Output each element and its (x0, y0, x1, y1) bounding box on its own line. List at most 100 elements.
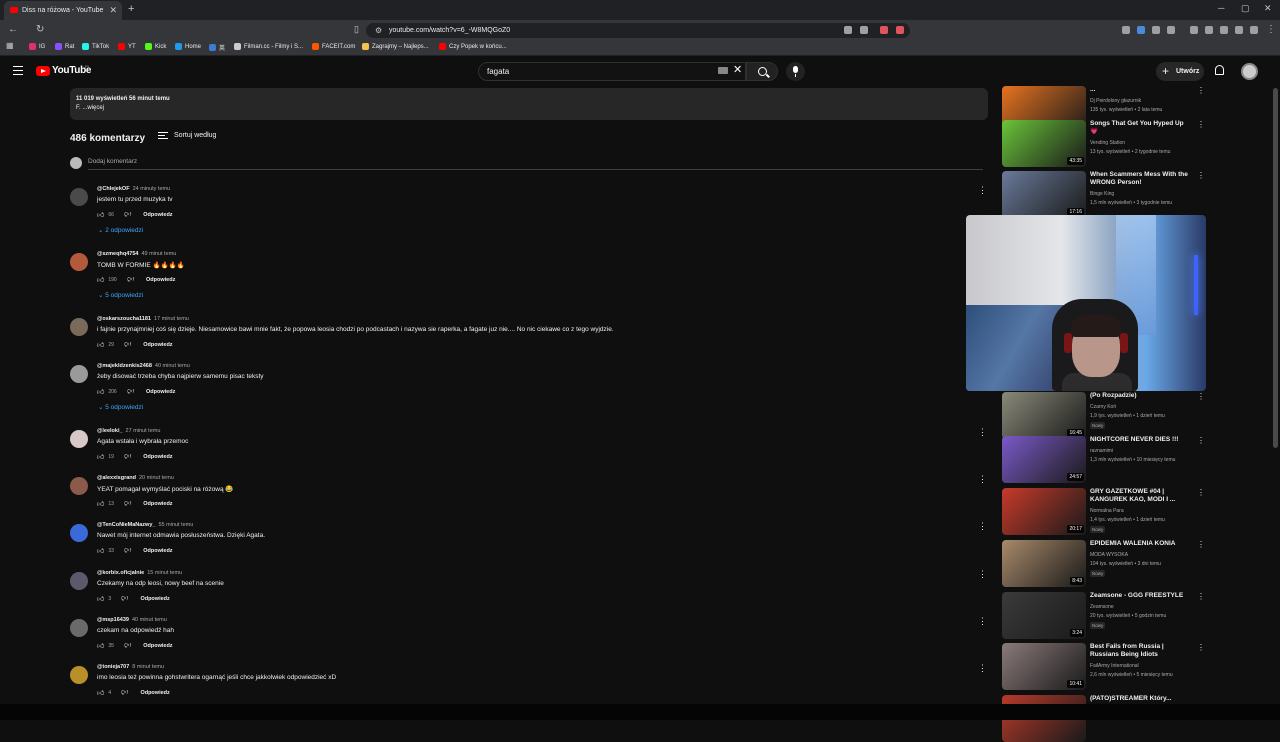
dislike-icon[interactable]: 👍︎ (124, 210, 131, 219)
bookmark-item[interactable]: Zagrajmy – Najleps... (362, 43, 429, 50)
video-title[interactable]: (PATO)STREAMER Który... (1090, 695, 1190, 703)
browser-tab[interactable]: Diss na różowa - YouTube ✕ (4, 1, 122, 20)
comment-avatar[interactable] (70, 477, 88, 495)
search-button[interactable] (746, 62, 778, 81)
comment-author[interactable]: @ChlejekOF (97, 186, 130, 192)
close-tab-icon[interactable]: ✕ (109, 5, 117, 16)
extension-icon[interactable] (1167, 26, 1175, 34)
extensions-icon[interactable] (1235, 26, 1243, 34)
reply-button[interactable]: Odpowiedz (140, 690, 169, 696)
view-replies-button[interactable]: ⌄ 5 odpowiedzi (98, 291, 143, 299)
channel-name[interactable]: MODA WYSOKA (1090, 552, 1128, 558)
comment-author[interactable]: @szmeqhq4754 (97, 251, 138, 257)
reply-button[interactable]: Odpowiedz (143, 548, 172, 554)
channel-name[interactable]: Vending Station (1090, 140, 1125, 146)
video-menu-icon[interactable]: ⋮ (1197, 592, 1205, 601)
bookmark-icon[interactable]: ▯ (354, 24, 359, 35)
apps-grid-icon[interactable]: ▦ (6, 41, 14, 50)
comment-time[interactable]: 15 minut temu (147, 570, 182, 576)
comment-time[interactable]: 17 minut temu (154, 316, 189, 322)
like-icon[interactable]: 👍︎ (97, 688, 104, 697)
page-scrollbar[interactable] (1273, 88, 1278, 448)
bookmark-item[interactable]: Rat (55, 43, 74, 50)
reply-button[interactable]: Odpowiedz (143, 454, 172, 460)
dislike-icon[interactable]: 👍︎ (124, 499, 131, 508)
channel-name[interactable]: Binge King (1090, 191, 1114, 197)
comment-time[interactable]: 55 minut temu (158, 522, 193, 528)
reload-icon[interactable]: ↻ (36, 24, 44, 35)
extension-icon[interactable] (1137, 26, 1145, 34)
dislike-icon[interactable]: 👍︎ (124, 452, 131, 461)
like-icon[interactable]: 👍︎ (97, 387, 104, 396)
video-menu-icon[interactable]: ⋮ (1197, 540, 1205, 549)
video-title[interactable]: EPIDEMIA WALENIA KONIA (1090, 540, 1190, 548)
reply-button[interactable]: Odpowiedz (143, 212, 172, 218)
channel-name[interactable]: Czarny Koń (1090, 404, 1116, 410)
video-menu-icon[interactable]: ⋮ (1197, 643, 1205, 652)
dislike-icon[interactable]: 👍︎ (124, 340, 131, 349)
video-title[interactable]: When Scammers Mess With the WRONG Person… (1090, 171, 1190, 187)
youtube-logo-icon[interactable] (36, 66, 50, 76)
like-icon[interactable]: 👍︎ (97, 594, 104, 603)
sort-button[interactable]: Sortuj według (158, 132, 216, 139)
minimize-icon[interactable]: ─ (1218, 3, 1224, 13)
comment-time[interactable]: 8 minut temu (132, 664, 164, 670)
comment-menu-icon[interactable]: ⋮ (978, 428, 987, 437)
bookmark-item[interactable]: Kick (145, 43, 166, 50)
extension-icon[interactable] (844, 26, 852, 34)
search-input[interactable]: fagata (478, 62, 746, 81)
new-tab-icon[interactable]: + (128, 3, 134, 15)
channel-name[interactable]: FailArmy International (1090, 663, 1139, 669)
maximize-icon[interactable]: ▢ (1241, 3, 1250, 14)
share-icon[interactable] (860, 26, 868, 34)
like-icon[interactable]: 👍︎ (97, 210, 104, 219)
video-menu-icon[interactable]: ⋮ (1197, 392, 1205, 401)
site-info-icon[interactable]: ⚙ (375, 23, 382, 38)
comment-avatar[interactable] (70, 253, 88, 271)
video-description[interactable]: 11 019 wyświetleń 56 minut temu F. ...wi… (70, 88, 988, 120)
video-menu-icon[interactable]: ⋮ (1197, 436, 1205, 445)
comment-author[interactable]: @TenCoNieMaNazwy_ (97, 522, 155, 528)
comment-author[interactable]: @leeloki_ (97, 428, 123, 434)
comment-avatar[interactable] (70, 188, 88, 206)
dislike-icon[interactable]: 👍︎ (124, 641, 131, 650)
add-comment-input[interactable]: Dodaj komentarz (88, 158, 983, 170)
comment-menu-icon[interactable]: ⋮ (978, 522, 987, 531)
extension-icon[interactable] (1122, 26, 1130, 34)
account-avatar[interactable] (1241, 63, 1258, 80)
like-icon[interactable]: 👍︎ (97, 452, 104, 461)
back-icon[interactable]: ← (8, 24, 18, 35)
bookmark-item[interactable]: FACEIT.com (312, 43, 355, 50)
comment-avatar[interactable] (70, 666, 88, 684)
comment-menu-icon[interactable]: ⋮ (978, 664, 987, 673)
like-icon[interactable]: 👍︎ (97, 340, 104, 349)
dislike-icon[interactable]: 👍︎ (121, 594, 128, 603)
video-title[interactable]: GRY GAZETKOWE #04 | KANGUREK KAO, MODI I… (1090, 488, 1190, 504)
extension-icon[interactable] (1152, 26, 1160, 34)
keyboard-icon[interactable] (718, 67, 728, 74)
dislike-icon[interactable]: 👍︎ (124, 546, 131, 555)
channel-name[interactable]: Zeamsone (1090, 604, 1114, 610)
media-icon[interactable] (1190, 26, 1198, 34)
bookmark-item[interactable]: Filman.cc - Filmy i S... (234, 43, 303, 50)
comment-menu-icon[interactable]: ⋮ (978, 475, 987, 484)
clear-search-icon[interactable]: ✕ (733, 65, 742, 76)
video-thumbnail[interactable]: 24:57 (1002, 436, 1086, 483)
dislike-icon[interactable]: 👍︎ (127, 387, 134, 396)
create-button[interactable]: + Utwórz (1156, 62, 1204, 81)
comment-avatar[interactable] (70, 365, 88, 383)
tab-search-icon[interactable] (1220, 26, 1228, 34)
video-thumbnail[interactable]: 43:35 (1002, 120, 1086, 167)
comment-time[interactable]: 20 minut temu (139, 475, 174, 481)
comment-author[interactable]: @tonieja707 (97, 664, 129, 670)
video-title[interactable]: NIGHTCORE NEVER DIES !!! (1090, 436, 1190, 444)
view-replies-button[interactable]: ⌄ 2 odpowiedzi (98, 226, 143, 234)
guide-menu-icon[interactable] (13, 66, 23, 75)
video-thumbnail[interactable]: 16:45 (1002, 392, 1086, 439)
reply-button[interactable]: Odpowiedz (143, 342, 172, 348)
alert-icon[interactable] (896, 26, 904, 34)
comment-avatar[interactable] (70, 572, 88, 590)
like-icon[interactable]: 👍︎ (97, 275, 104, 284)
video-title[interactable]: Songs That Get You Hyped Up 💗 (1090, 120, 1190, 136)
voice-search-icon[interactable] (786, 62, 805, 81)
